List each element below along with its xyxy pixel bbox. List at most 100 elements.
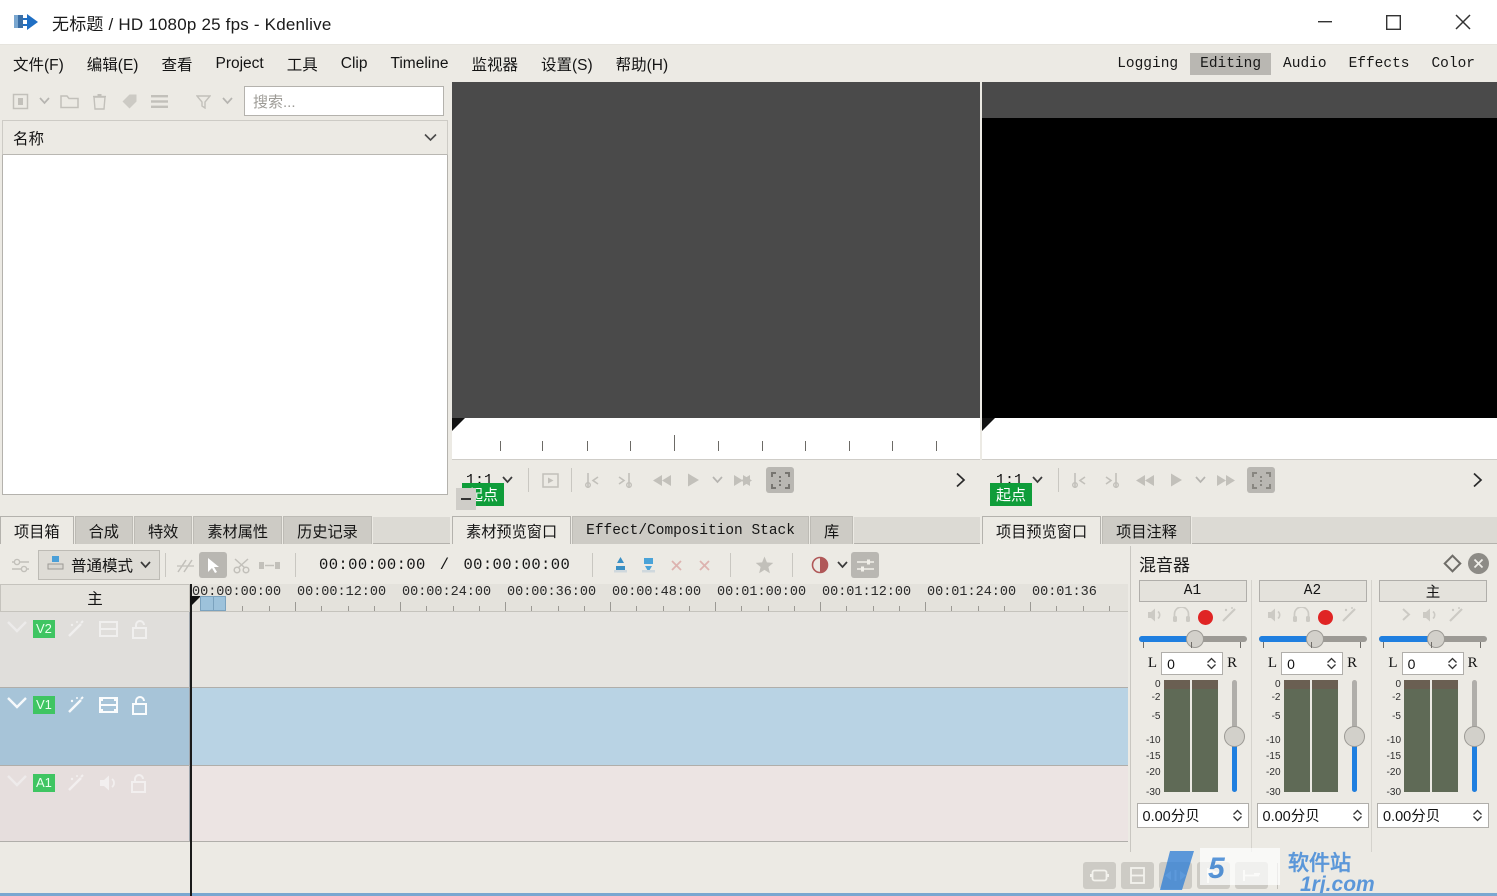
- db-stepper[interactable]: [1232, 809, 1243, 822]
- project-zone-icon[interactable]: [1247, 467, 1276, 493]
- show-video-thumbnails-icon[interactable]: [1083, 862, 1116, 889]
- mixer-master-pan-slider[interactable]: [1379, 630, 1487, 649]
- favorite-effect-star-icon[interactable]: [750, 552, 778, 578]
- rewind-icon[interactable]: [649, 467, 677, 493]
- close-button[interactable]: [1428, 0, 1497, 45]
- track-header-v2[interactable]: V2: [0, 612, 190, 687]
- tab-project-bin[interactable]: 项目箱: [0, 516, 74, 544]
- tab-undo-history[interactable]: 历史记录: [283, 516, 372, 544]
- razor-tool-icon[interactable]: [171, 552, 199, 578]
- timeline-ruler[interactable]: 00:00:00:00 00:00:12:00 00:00:24:00 00:0…: [190, 584, 1128, 612]
- project-monitor-video-area[interactable]: [982, 118, 1497, 418]
- tab-compositions[interactable]: 合成: [74, 516, 133, 544]
- tab-effects[interactable]: 特效: [133, 516, 193, 544]
- mute-speaker-icon[interactable]: [1422, 607, 1440, 628]
- project-monitor-ruler[interactable]: [982, 418, 1497, 460]
- mute-speaker-icon[interactable]: [1147, 607, 1165, 628]
- layout-tab-effects[interactable]: Effects: [1339, 53, 1420, 75]
- track-row-v1[interactable]: V1: [0, 688, 1128, 766]
- set-zone-in-icon[interactable]: [579, 467, 607, 493]
- track-effects-wand-icon[interactable]: [66, 774, 86, 798]
- add-folder-icon[interactable]: [55, 88, 83, 114]
- remove-all-spaces-icon[interactable]: [690, 552, 718, 578]
- track-lock-icon[interactable]: [130, 774, 147, 798]
- timeline-position-timecode[interactable]: 00:00:00:00: [319, 556, 426, 574]
- mixer-master-db-spinbox[interactable]: 0.00分贝: [1377, 803, 1489, 828]
- track-header-v1[interactable]: V1: [0, 688, 190, 765]
- record-arm-icon[interactable]: [1197, 609, 1213, 625]
- track-video-toggle-icon[interactable]: [98, 620, 118, 643]
- track-header-a1[interactable]: A1: [0, 766, 190, 841]
- insert-zone-icon[interactable]: [606, 552, 634, 578]
- timeline-zone-thumb[interactable]: [200, 596, 226, 611]
- solo-headphone-icon[interactable]: [1172, 606, 1190, 627]
- fit-zoom-icon[interactable]: [1235, 862, 1268, 889]
- filter-icon[interactable]: [189, 88, 217, 114]
- tab-project-monitor[interactable]: 项目预览窗口: [982, 516, 1102, 544]
- play-chevron-down-icon[interactable]: [709, 467, 726, 493]
- mixer-a1-db-spinbox[interactable]: 0.00分贝: [1136, 803, 1249, 828]
- bin-clip-list[interactable]: [2, 155, 448, 495]
- project-play-chevron-down-icon[interactable]: [1192, 467, 1209, 493]
- extract-zone-icon[interactable]: [634, 552, 662, 578]
- menu-tools[interactable]: 工具: [277, 49, 328, 79]
- menu-monitor[interactable]: 监视器: [461, 49, 528, 79]
- tag-icon[interactable]: [115, 88, 143, 114]
- solo-headphone-icon[interactable]: [1292, 606, 1310, 627]
- edit-mode-select[interactable]: 普通模式: [38, 550, 161, 580]
- project-rewind-icon[interactable]: [1132, 467, 1160, 493]
- view-mode-icon[interactable]: [145, 88, 173, 114]
- mixer-channel-name-master[interactable]: 主: [1379, 580, 1487, 602]
- menu-clip[interactable]: Clip: [331, 51, 378, 77]
- record-arm-icon[interactable]: [1317, 609, 1333, 625]
- track-name-v2[interactable]: V2: [33, 620, 55, 638]
- layout-tab-audio[interactable]: Audio: [1273, 53, 1337, 75]
- menu-file[interactable]: 文件(F): [3, 49, 74, 79]
- mixer-channel-name-a2[interactable]: A2: [1258, 580, 1367, 602]
- mixer-a1-volume-fader[interactable]: [1221, 680, 1247, 792]
- timeline-options-icon[interactable]: [6, 552, 34, 578]
- timeline-preferences-icon[interactable]: [851, 552, 880, 578]
- expand-chevron-right-icon[interactable]: [1400, 607, 1414, 627]
- track-content-a1[interactable]: [190, 766, 1128, 841]
- track-lock-icon[interactable]: [131, 696, 148, 720]
- clip-monitor-fullscreen-icon[interactable]: [536, 467, 564, 493]
- channel-effects-wand-icon[interactable]: [1448, 606, 1466, 628]
- menu-help[interactable]: 帮助(H): [606, 49, 679, 79]
- track-expand-chevron-down-icon[interactable]: [6, 696, 28, 715]
- mixer-master-volume-fader[interactable]: [1461, 680, 1487, 792]
- track-audio-mute-speaker-icon[interactable]: [99, 774, 119, 797]
- play-icon[interactable]: [679, 467, 707, 493]
- track-effects-wand-icon[interactable]: [66, 696, 86, 720]
- select-tool-icon[interactable]: [199, 552, 228, 578]
- bin-column-header[interactable]: 名称: [2, 120, 448, 155]
- track-expand-chevron-down-icon[interactable]: [6, 620, 28, 639]
- channel-effects-wand-icon[interactable]: [1221, 606, 1239, 628]
- clip-monitor-ruler[interactable]: [452, 418, 980, 460]
- track-row-v2[interactable]: V2: [0, 612, 1128, 688]
- tab-library[interactable]: 库: [809, 516, 854, 544]
- search-input[interactable]: 搜索...: [244, 86, 444, 116]
- project-monitor-overflow-button[interactable]: [1463, 467, 1491, 493]
- pan-stepper[interactable]: [1206, 657, 1217, 670]
- track-row-a1[interactable]: A1: [0, 766, 1128, 842]
- menu-view[interactable]: 查看: [151, 49, 202, 79]
- mix-icon[interactable]: [806, 552, 834, 578]
- project-forward-icon[interactable]: [1211, 467, 1239, 493]
- tab-clip-properties[interactable]: 素材属性: [193, 516, 283, 544]
- filter-chevron-down-icon[interactable]: [219, 88, 236, 114]
- menu-project[interactable]: Project: [205, 51, 273, 77]
- maximize-button[interactable]: [1359, 0, 1428, 45]
- tab-clip-monitor[interactable]: 素材预览窗口: [452, 516, 572, 544]
- track-lock-icon[interactable]: [131, 620, 148, 644]
- channel-effects-wand-icon[interactable]: [1341, 606, 1359, 628]
- mixer-channel-name-a1[interactable]: A1: [1138, 580, 1247, 602]
- tab-project-notes[interactable]: 项目注释: [1102, 516, 1191, 544]
- set-zone-out-icon[interactable]: [609, 467, 637, 493]
- pan-stepper[interactable]: [1447, 657, 1458, 670]
- mixer-a2-db-spinbox[interactable]: 0.00分贝: [1256, 803, 1369, 828]
- cut-tool-icon[interactable]: [227, 552, 255, 578]
- layout-tab-editing[interactable]: Editing: [1190, 52, 1272, 75]
- forward-icon[interactable]: [728, 467, 756, 493]
- project-play-icon[interactable]: [1162, 467, 1190, 493]
